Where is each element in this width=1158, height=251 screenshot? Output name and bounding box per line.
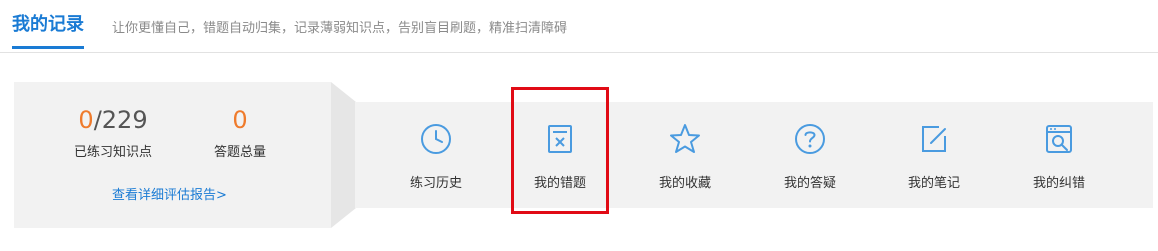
clock-icon	[421, 124, 451, 154]
tool-notes[interactable]: 我的笔记	[889, 122, 979, 192]
tool-qa[interactable]: 我的答疑	[765, 122, 855, 192]
page-subtitle: 让你更懂自己，错题自动归集，记录薄弱知识点，告别盲目刷题，精准扫清障碍	[112, 21, 568, 36]
annotation-highlight-box	[511, 87, 609, 214]
tool-label: 我的纠错	[1032, 176, 1085, 191]
page-header: 我的记录 让你更懂自己，错题自动归集，记录薄弱知识点，告别盲目刷题，精准扫清障碍	[0, 0, 1158, 53]
knowledge-stat: 0/229 已练习知识点	[58, 107, 168, 160]
knowledge-total-count: /229	[93, 106, 148, 134]
knowledge-done-count: 0	[78, 106, 94, 134]
tool-practice-history[interactable]: 练习历史	[391, 122, 481, 192]
question-total-count: 0	[232, 106, 248, 134]
correction-search-icon	[1046, 125, 1072, 153]
report-link[interactable]: 查看详细评估报告>	[112, 184, 227, 203]
edit-note-icon	[922, 126, 946, 152]
tool-label: 练习历史	[409, 176, 462, 191]
tool-favorites[interactable]: 我的收藏	[640, 122, 730, 192]
question-total-label: 答题总量	[213, 145, 266, 160]
star-icon	[670, 124, 700, 153]
tool-corrections[interactable]: 我的纠错	[1014, 122, 1104, 192]
page-title: 我的记录	[12, 10, 84, 49]
stats-panel-arrow	[331, 82, 356, 228]
tool-label: 我的笔记	[907, 176, 960, 191]
tool-label: 我的答疑	[783, 176, 836, 191]
question-circle-icon	[795, 124, 825, 154]
question-stat: 0 答题总量	[200, 107, 280, 160]
knowledge-label: 已练习知识点	[73, 145, 152, 160]
tool-label: 我的收藏	[658, 176, 711, 191]
